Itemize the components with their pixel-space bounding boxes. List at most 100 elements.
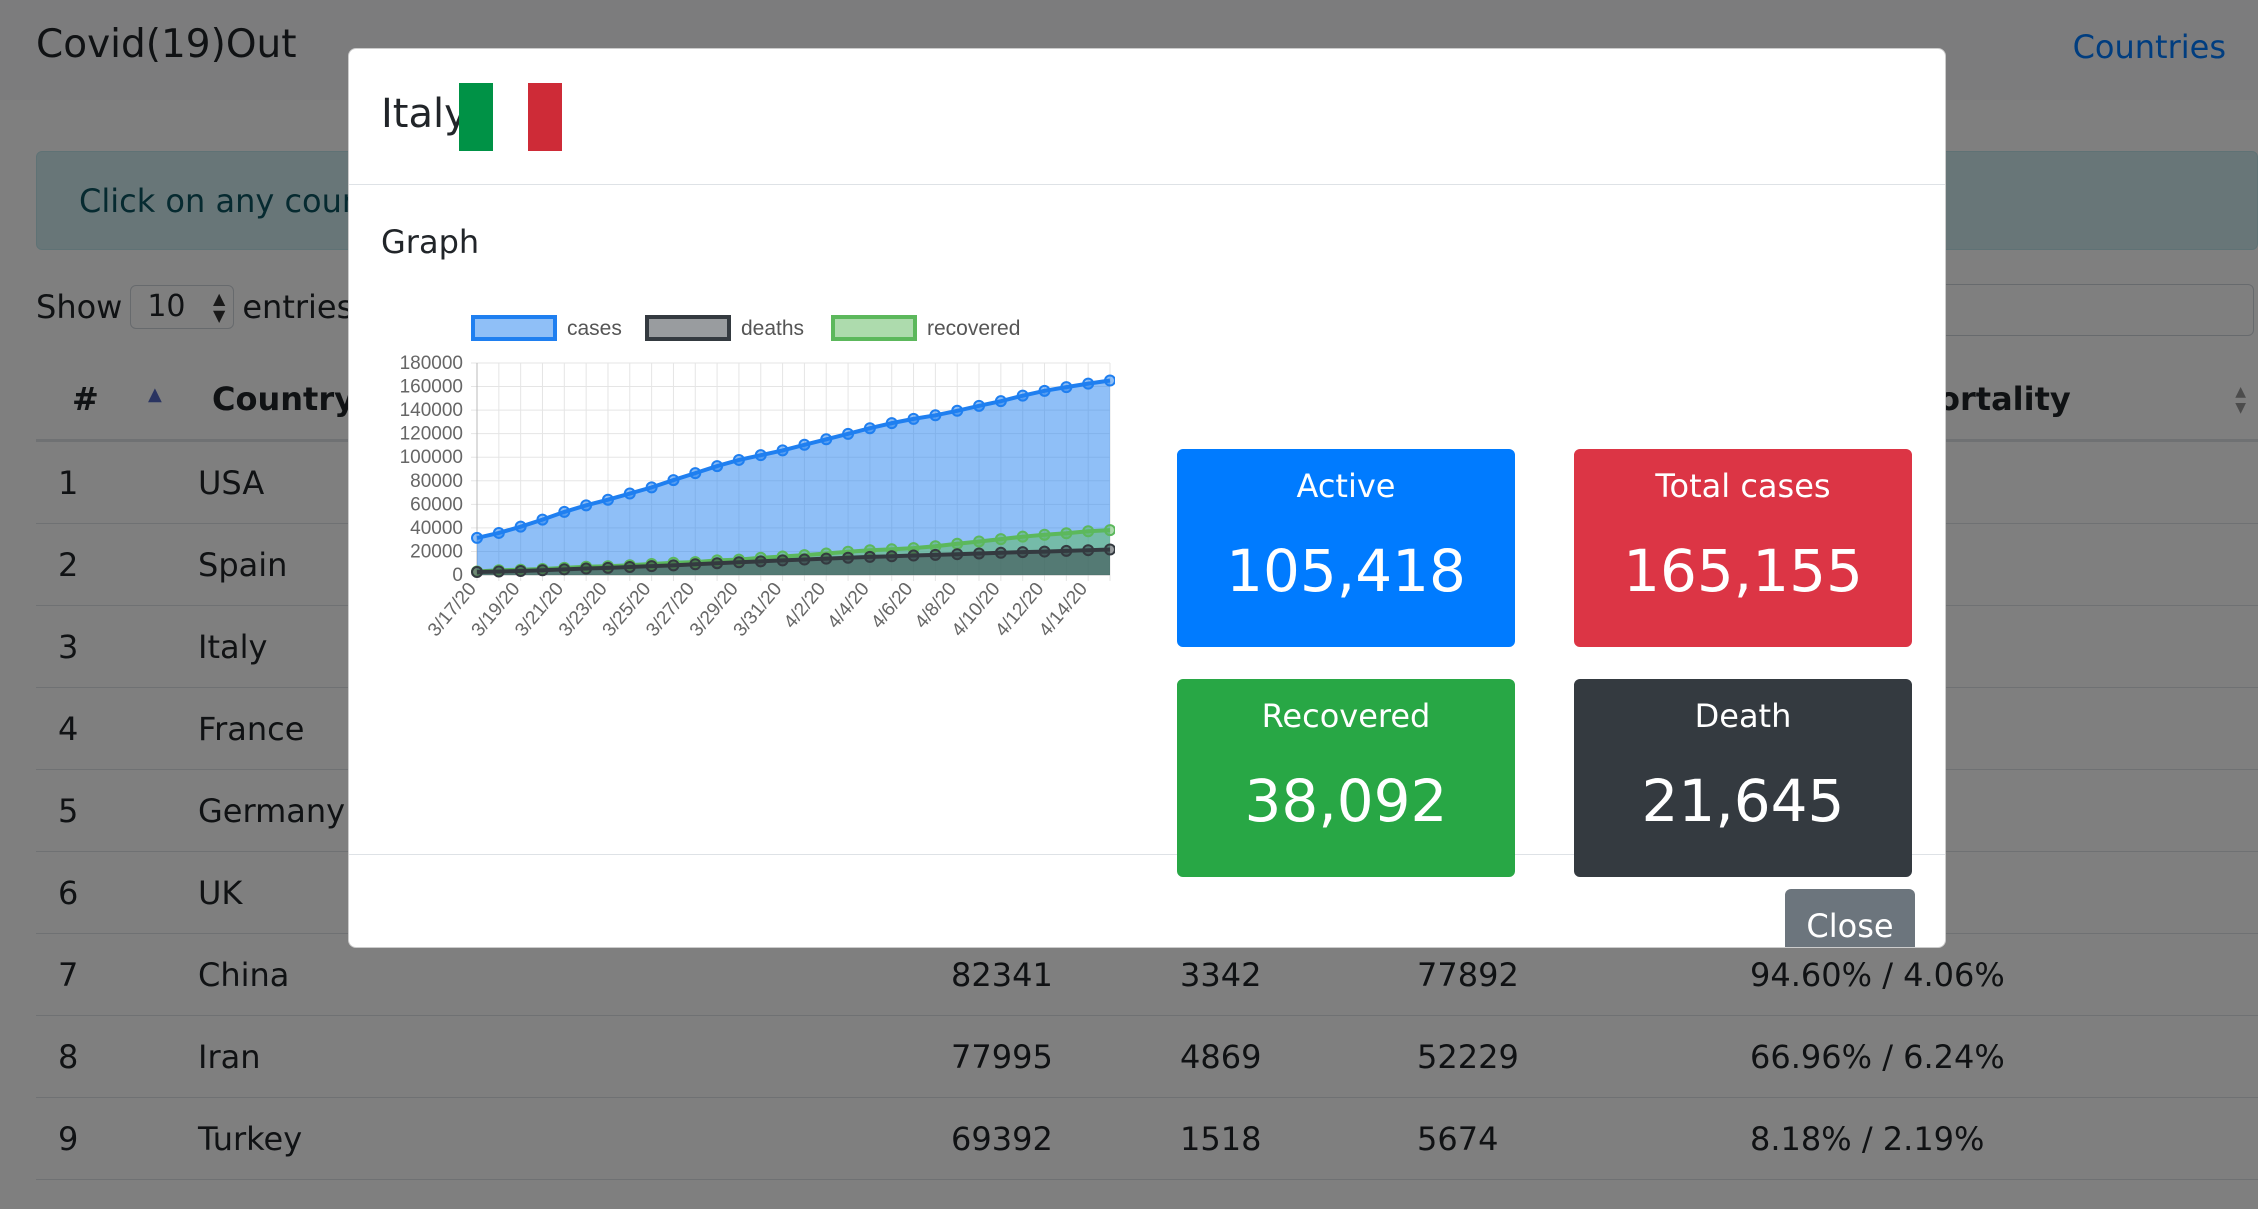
chart-svg: 0200004000060000800001000001200001400001… [400, 315, 1116, 641]
point-deaths [623, 560, 636, 573]
point-deaths [907, 549, 920, 562]
point-cases [842, 427, 855, 440]
point-recovered [951, 537, 964, 550]
italy-flag-icon [459, 83, 562, 151]
legend-swatch-cases [471, 315, 557, 341]
point-deaths [558, 563, 571, 576]
point-cases [1016, 389, 1029, 402]
point-deaths [863, 550, 876, 563]
point-deaths [732, 556, 745, 569]
y-tick-label: 100000 [400, 447, 463, 468]
legend-swatch-recovered [831, 315, 917, 341]
point-cases [951, 404, 964, 417]
point-cases [754, 449, 767, 462]
point-deaths [754, 555, 767, 568]
point-cases [798, 438, 811, 451]
y-tick-label: 60000 [410, 494, 463, 515]
point-deaths [536, 564, 549, 577]
point-deaths [1038, 545, 1051, 558]
point-recovered [1060, 527, 1073, 540]
point-cases [1104, 374, 1116, 387]
point-cases [623, 487, 636, 500]
modal-title: Italy [381, 91, 468, 137]
point-deaths [973, 547, 986, 560]
x-tick-label: 4/2/20 [780, 579, 830, 633]
point-deaths [1082, 544, 1095, 557]
point-cases [1082, 377, 1095, 390]
legend-label-cases: cases [567, 317, 622, 340]
total-cases-card: Total cases 165,155 [1574, 449, 1912, 647]
y-tick-label: 20000 [410, 541, 463, 562]
point-cases [645, 481, 658, 494]
point-cases [929, 409, 942, 422]
modal-body: Graph 0 20000 40000 60000 80000 100000 120000 1… [349, 185, 1945, 877]
x-tick-label: 4/14/20 [1035, 579, 1092, 641]
point-deaths [1060, 544, 1073, 557]
y-tick-label: 40000 [410, 518, 463, 539]
country-modal: Italy Graph 0 20000 40000 60000 80000 100000 1… [348, 48, 1946, 948]
point-deaths [1104, 543, 1116, 556]
point-cases [580, 499, 593, 512]
x-tick-label: 4/4/20 [824, 579, 874, 633]
point-cases [820, 433, 833, 446]
point-cases [907, 412, 920, 425]
modal-footer: Close [349, 855, 1945, 947]
point-cases [471, 531, 483, 544]
y-tick-label: 80000 [410, 471, 463, 492]
point-deaths [994, 546, 1007, 559]
legend-label-deaths: deaths [741, 317, 804, 340]
point-recovered [1104, 524, 1116, 537]
point-deaths [885, 550, 898, 563]
point-deaths [689, 558, 702, 571]
death-value: 21,645 [1641, 767, 1845, 835]
point-recovered [1016, 530, 1029, 543]
point-deaths [580, 562, 593, 575]
point-cases [776, 444, 789, 457]
point-deaths [798, 553, 811, 566]
x-tick-label: 4/6/20 [867, 579, 917, 633]
y-tick-label: 120000 [400, 424, 463, 445]
point-cases [601, 493, 614, 506]
recovered-value: 38,092 [1244, 767, 1448, 835]
point-recovered [973, 535, 986, 548]
point-deaths [645, 560, 658, 573]
point-deaths [514, 564, 527, 577]
point-cases [973, 399, 986, 412]
point-cases [711, 460, 724, 473]
point-cases [514, 520, 527, 533]
graph-title: Graph [381, 223, 480, 261]
point-recovered [994, 533, 1007, 546]
modal-header: Italy [349, 49, 1945, 185]
point-deaths [951, 548, 964, 561]
point-cases [994, 395, 1007, 408]
recovered-card: Recovered 38,092 [1177, 679, 1515, 877]
cases-chart: 0 20000 40000 60000 80000 100000 120000 140000 1… [385, 305, 1116, 705]
point-deaths [929, 548, 942, 561]
active-value: 105,418 [1226, 537, 1466, 605]
point-cases [1038, 384, 1051, 397]
point-cases [667, 474, 680, 487]
close-button[interactable]: Close [1785, 889, 1915, 947]
point-deaths [471, 566, 483, 579]
point-recovered [1082, 525, 1095, 538]
point-cases [732, 453, 745, 466]
recovered-label: Recovered [1261, 697, 1431, 735]
point-deaths [842, 551, 855, 564]
total-cases-value: 165,155 [1623, 537, 1863, 605]
point-cases [1060, 381, 1073, 394]
legend-label-recovered: recovered [927, 317, 1020, 340]
point-deaths [492, 565, 505, 578]
point-cases [863, 422, 876, 435]
point-cases [536, 513, 549, 526]
death-label: Death [1694, 697, 1792, 735]
point-deaths [820, 552, 833, 565]
point-cases [885, 417, 898, 430]
point-deaths [1016, 546, 1029, 559]
y-tick-label: 180000 [400, 353, 463, 374]
death-card: Death 21,645 [1574, 679, 1912, 877]
point-cases [558, 505, 571, 518]
point-cases [689, 467, 702, 480]
x-tick-label: 3/31/20 [730, 579, 787, 641]
point-cases [492, 526, 505, 539]
active-card: Active 105,418 [1177, 449, 1515, 647]
